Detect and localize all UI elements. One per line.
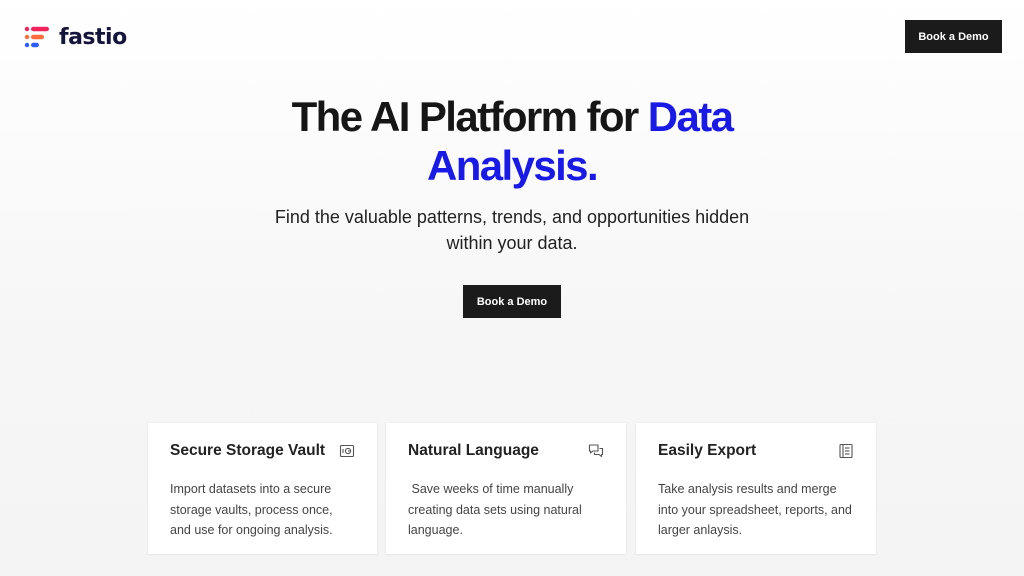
document-icon	[839, 443, 853, 459]
feature-card-body: Take analysis results and merge into you…	[658, 482, 852, 537]
vault-icon	[339, 444, 355, 458]
feature-card-secure-storage: Secure Storage Vault Import datasets int…	[148, 423, 377, 554]
feature-card-easily-export: Easily Export Take analysis results and …	[636, 423, 876, 554]
brand-name: fastio	[59, 24, 127, 50]
logo-mark-icon	[24, 26, 49, 48]
hero-subtitle: Find the valuable patterns, trends, and …	[274, 207, 750, 253]
feature-card-title: Secure Storage Vault	[170, 442, 326, 459]
feature-card-body: Save weeks of time manually creating dat…	[408, 482, 586, 537]
feature-card-natural-language: Natural Language Save weeks of time manu…	[386, 423, 626, 554]
hero-title-main: The AI Platform for	[291, 93, 648, 140]
chat-bubbles-icon	[588, 444, 604, 458]
hero-title: The AI Platform for Data Analysis.	[212, 92, 812, 190]
brand-logo[interactable]: fastio	[24, 24, 127, 50]
feature-card-title: Easily Export	[658, 442, 757, 459]
feature-card-title: Natural Language	[408, 442, 539, 459]
hero-book-demo-button[interactable]: Book a Demo	[463, 285, 561, 318]
header-book-demo-button[interactable]: Book a Demo	[905, 20, 1002, 53]
feature-card-body: Import datasets into a secure storage va…	[170, 482, 333, 537]
